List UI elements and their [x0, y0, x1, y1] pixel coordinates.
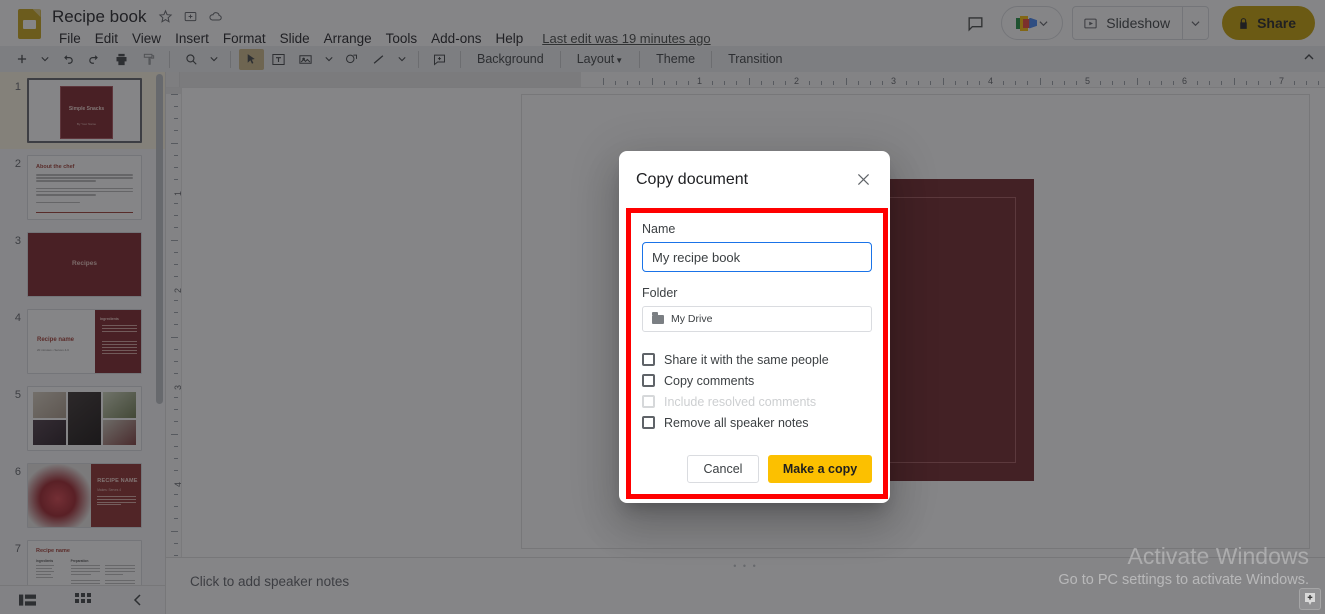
folder-field-label: Folder [642, 286, 678, 300]
copy-comments-checkbox[interactable]: Copy comments [642, 370, 872, 391]
name-input-value: My recipe book [652, 249, 741, 265]
make-a-copy-button[interactable]: Make a copy [768, 455, 872, 483]
checkbox-label: Share it with the same people [664, 352, 829, 367]
folder-picker[interactable]: My Drive [642, 306, 872, 332]
remove-speaker-notes-checkbox[interactable]: Remove all speaker notes [642, 412, 872, 433]
checkbox-label: Include resolved comments [664, 394, 817, 409]
dialog-title: Copy document [636, 170, 749, 188]
checkbox-label: Remove all speaker notes [664, 415, 809, 430]
checkbox-box [642, 395, 655, 408]
cancel-button[interactable]: Cancel [687, 455, 759, 483]
share-same-people-checkbox[interactable]: Share it with the same people [642, 349, 872, 370]
checkbox-box [642, 353, 655, 366]
checkbox-box [642, 416, 655, 429]
dialog-highlight-region: Name My recipe book Folder My Drive Shar… [626, 208, 888, 499]
copy-document-dialog: Copy document Name My recipe book Folder… [619, 151, 890, 503]
folder-value: My Drive [671, 313, 713, 325]
name-field-label: Name [642, 222, 676, 236]
close-icon[interactable] [852, 169, 874, 191]
name-input[interactable]: My recipe book [642, 242, 872, 272]
dialog-header: Copy document [619, 151, 890, 208]
dialog-options: Share it with the same people Copy comme… [642, 349, 872, 433]
include-resolved-comments-checkbox: Include resolved comments [642, 391, 872, 412]
checkbox-box [642, 374, 655, 387]
folder-icon [652, 312, 664, 324]
shield-plus-icon[interactable] [1299, 588, 1321, 610]
dialog-actions: Cancel Make a copy [642, 455, 872, 483]
checkbox-label: Copy comments [664, 373, 755, 388]
